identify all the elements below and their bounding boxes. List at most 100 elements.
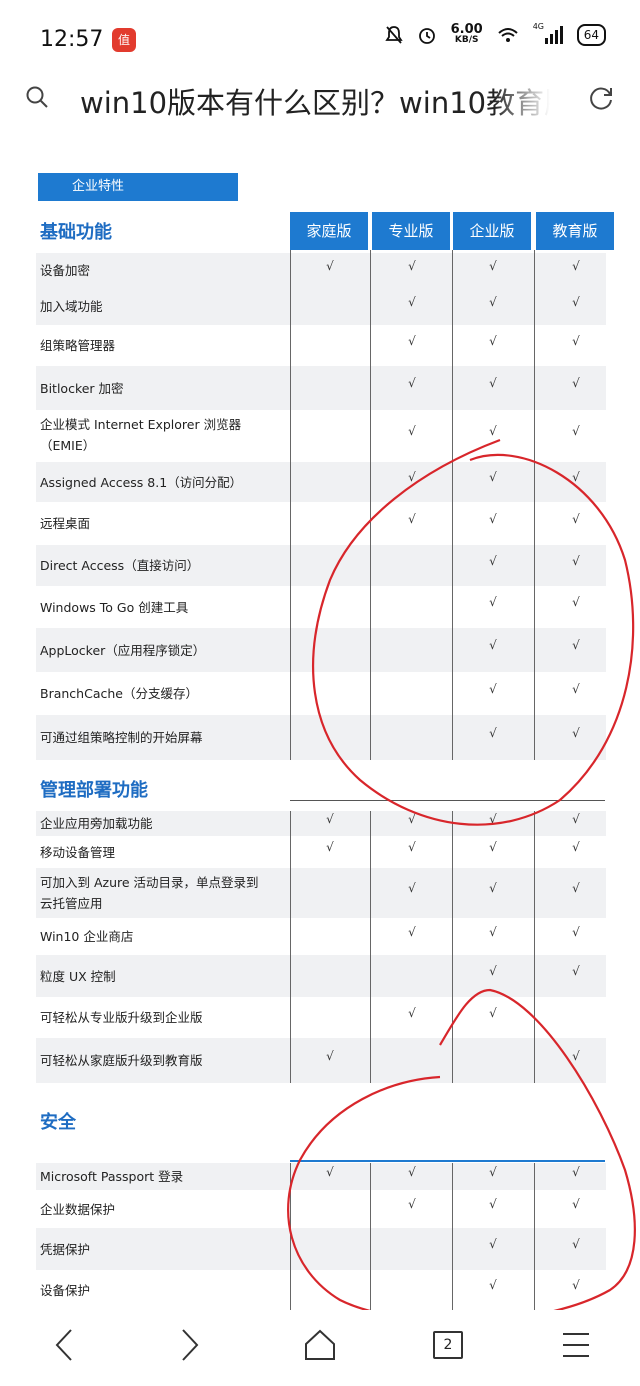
app-notification-icon: 值 (112, 28, 136, 52)
feature-label-line: AppLocker（应用程序锁定） (40, 642, 206, 658)
column-divider (290, 811, 291, 1083)
table-row: 凭据保护 √ √ (36, 1228, 606, 1270)
column-divider (370, 811, 371, 1083)
feature-label-line: Assigned Access 8.1（访问分配） (40, 474, 243, 490)
check-mark: √ (489, 511, 497, 526)
table-row: 可通过组策略控制的开始屏幕 √ √ (36, 715, 606, 760)
check-mark: √ (489, 294, 497, 309)
netspeed-value: 6.00 (450, 22, 483, 37)
table-row: Microsoft Passport 登录 √ √ √ √ (36, 1163, 606, 1190)
column-divider (452, 811, 453, 1083)
signal-icon: 4G (533, 22, 563, 44)
check-mark: √ (489, 1197, 497, 1211)
table-row: 企业数据保护 √ √ √ (36, 1190, 606, 1228)
search-icon[interactable] (26, 86, 48, 108)
forward-icon (182, 1329, 199, 1361)
page-title[interactable]: win10版本有什么区别？win10教育版和 (80, 80, 550, 122)
feature-label-line: Windows To Go 创建工具 (40, 599, 189, 615)
feature-label: Direct Access（直接访问） (40, 555, 199, 576)
home-button[interactable] (290, 1320, 350, 1370)
check-mark: √ (489, 424, 497, 438)
column-divider (290, 1163, 291, 1310)
section-title: 安全 (40, 1112, 76, 1133)
feature-label-line: 粒度 UX 控制 (40, 968, 116, 984)
column-header: 家庭版 (290, 212, 368, 250)
table-row: Win10 企业商店 √ √ √ (36, 918, 606, 955)
feature-label: 远程桌面 (40, 513, 90, 534)
check-mark: √ (489, 376, 497, 390)
table-row: Windows To Go 创建工具 √ √ (36, 586, 606, 628)
check-mark: √ (572, 511, 580, 526)
back-button[interactable] (34, 1320, 94, 1370)
column-divider (370, 250, 371, 760)
table-row: 可加入到 Azure 活动目录，单点登录到 云托管应用 √ √ √ (36, 868, 606, 918)
mute-icon (384, 26, 403, 44)
column-divider (290, 250, 291, 760)
check-mark: √ (489, 595, 497, 609)
feature-label-line: Bitlocker 加密 (40, 380, 124, 396)
check-mark: √ (489, 681, 497, 696)
table-row: 可轻松从家庭版升级到教育版 √ √ (36, 1038, 606, 1083)
feature-label: Microsoft Passport 登录 (40, 1166, 183, 1187)
forward-button[interactable] (160, 1320, 220, 1370)
column-divider (534, 1163, 535, 1310)
table-row: 远程桌面 √ √ √ (36, 502, 606, 545)
check-mark: √ (572, 1278, 580, 1292)
feature-label-line: 云托管应用 (40, 896, 103, 911)
check-mark: √ (489, 840, 497, 854)
column-divider (452, 1163, 453, 1310)
column-divider (534, 250, 535, 760)
check-mark: √ (489, 553, 497, 568)
check-mark: √ (489, 811, 497, 826)
check-mark: √ (489, 725, 497, 740)
netspeed-unit: KB/S (454, 35, 479, 45)
check-mark: √ (489, 1164, 497, 1179)
feature-label-line: 可轻松从专业版升级到企业版 (40, 1010, 203, 1025)
wifi-icon (498, 28, 518, 42)
refresh-icon[interactable] (588, 85, 614, 111)
feature-label: 设备加密 (40, 260, 90, 281)
feature-label: 可轻松从专业版升级到企业版 (40, 1007, 203, 1028)
check-mark: √ (326, 1048, 334, 1063)
check-mark: √ (572, 725, 580, 740)
table-row: Direct Access（直接访问） √ √ (36, 545, 606, 586)
check-mark: √ (489, 924, 497, 939)
feature-label: 可加入到 Azure 活动目录，单点登录到 云托管应用 (40, 872, 259, 914)
check-mark: √ (408, 840, 416, 854)
table-row: 企业应用旁加载功能 √ √ √ √ (36, 811, 606, 836)
column-divider (534, 811, 535, 1083)
check-mark: √ (572, 333, 580, 348)
feature-label-line: 加入域功能 (40, 299, 103, 314)
column-header: 专业版 (372, 212, 450, 250)
feature-label-line: BranchCache（分支缓存） (40, 686, 198, 701)
section-divider (290, 1160, 605, 1162)
feature-label-line: 企业模式 Internet Explorer 浏览器 (40, 417, 242, 432)
feature-label-line: 可轻松从家庭版升级到教育版 (40, 1053, 203, 1068)
feature-label: 企业模式 Internet Explorer 浏览器 （EMIE） (40, 414, 241, 456)
check-mark: √ (326, 811, 334, 826)
feature-label: 可通过组策略控制的开始屏幕 (40, 727, 203, 748)
feature-label: 加入域功能 (40, 296, 103, 317)
bottom-navigation: 2 (0, 1310, 640, 1386)
feature-label-line: 可加入到 Azure 活动目录，单点登录到 (40, 875, 259, 890)
table-row: 设备加密 √ √ √ √ (36, 253, 606, 288)
check-mark: √ (408, 881, 416, 895)
menu-button[interactable] (546, 1320, 606, 1370)
check-mark: √ (572, 258, 580, 273)
check-mark: √ (572, 1237, 580, 1251)
address-bar[interactable]: win10版本有什么区别？win10教育版和 (0, 74, 640, 124)
feature-label: 可轻松从家庭版升级到教育版 (40, 1050, 203, 1071)
section-title: 管理部署功能 (40, 780, 148, 801)
signal-label: 4G (532, 22, 545, 31)
check-mark: √ (572, 840, 580, 854)
check-mark: √ (489, 258, 497, 273)
tabs-button[interactable]: 2 (418, 1320, 478, 1370)
netspeed-indicator: 6.00 KB/S (450, 22, 483, 46)
check-mark: √ (489, 1278, 497, 1292)
feature-label-line: 凭据保护 (40, 1241, 91, 1257)
menu-icon (563, 1333, 589, 1357)
table-row: BranchCache（分支缓存） √ √ (36, 672, 606, 715)
table-row: 加入域功能 √ √ √ (36, 288, 606, 325)
feature-label-line: Win10 企业商店 (40, 929, 134, 944)
feature-label: 凭据保护 (40, 1239, 90, 1260)
